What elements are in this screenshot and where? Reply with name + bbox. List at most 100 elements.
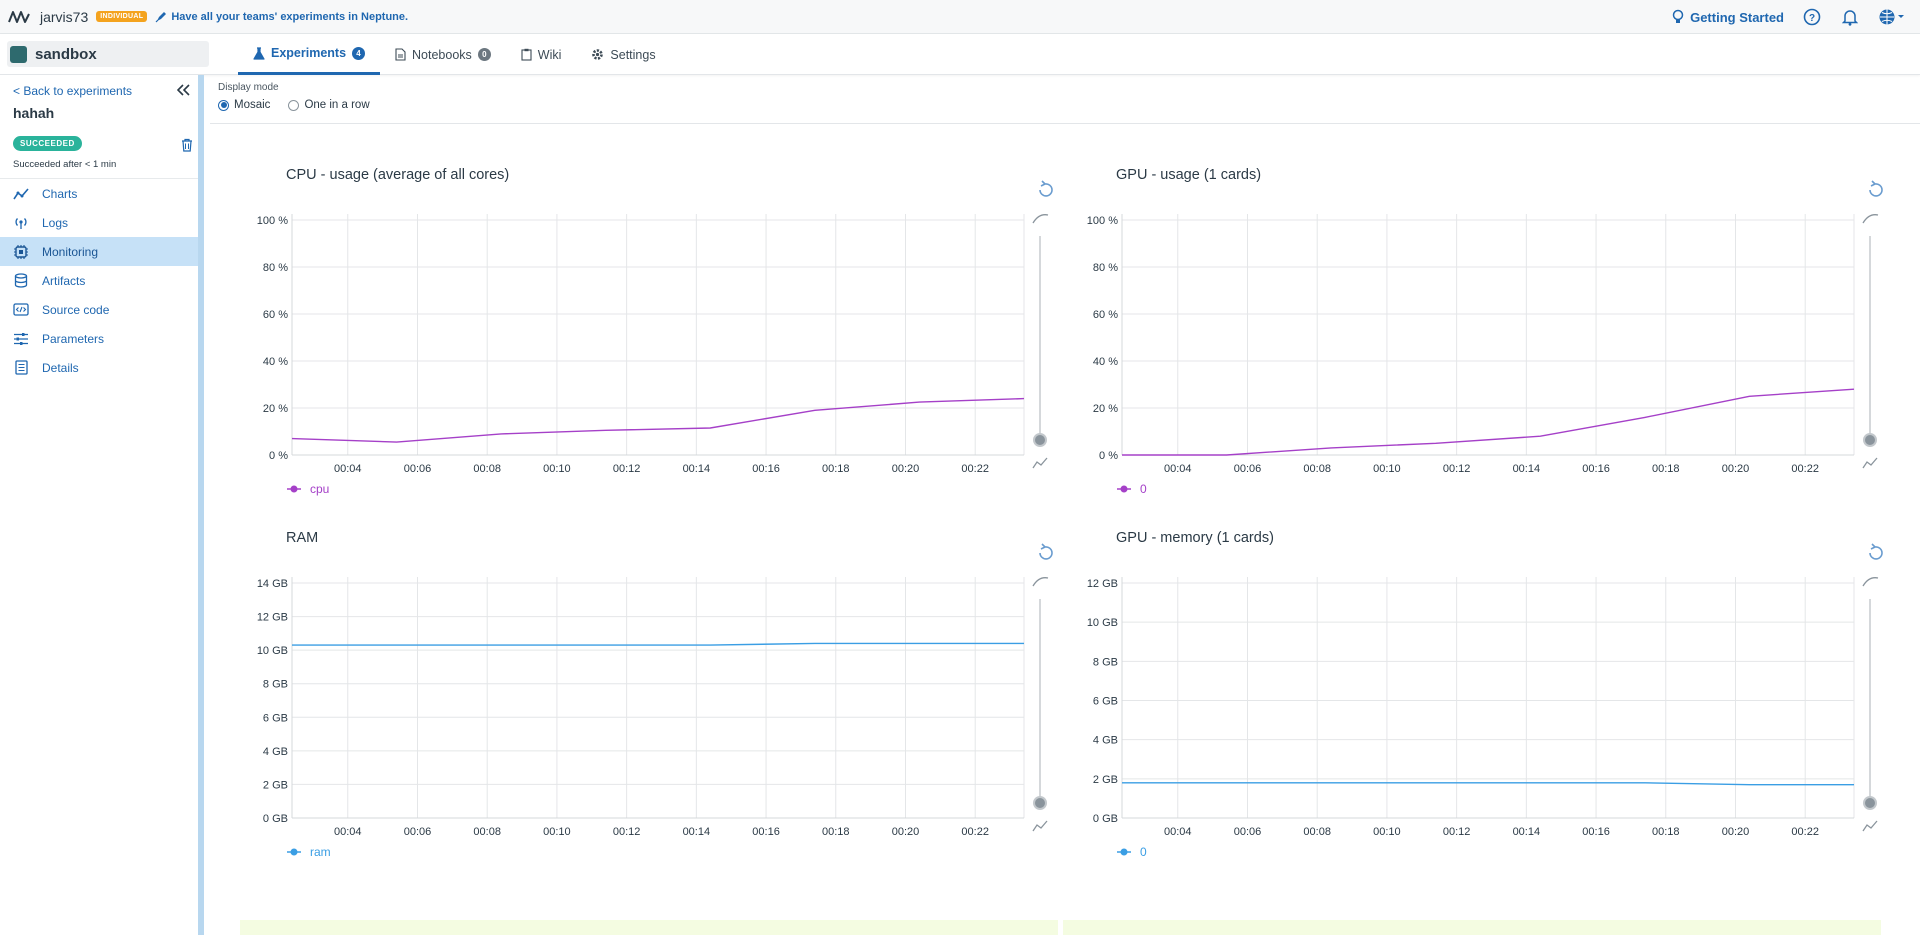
x-tick-label: 00:04: [1164, 826, 1192, 838]
legend-item[interactable]: cpu: [287, 482, 329, 496]
sidebar-item-label: Monitoring: [42, 244, 99, 259]
curve-raw-icon[interactable]: [1862, 457, 1878, 469]
zoom-slider[interactable]: [1032, 180, 1053, 469]
username[interactable]: jarvis73: [40, 9, 88, 25]
y-tick-label: 40 %: [1093, 356, 1118, 368]
tab-settings[interactable]: Settings: [576, 34, 670, 75]
zoom-slider[interactable]: [1862, 180, 1883, 469]
radio-one-in-a-row[interactable]: One in a row: [288, 99, 370, 111]
y-tick-label: 80 %: [263, 262, 288, 274]
y-tick-label: 8 GB: [1093, 656, 1118, 668]
neptune-logo-icon[interactable]: [0, 9, 40, 25]
tab-notebooks[interactable]: Notebooks 0: [380, 34, 506, 75]
curve-raw-icon[interactable]: [1032, 820, 1048, 832]
sidebar-item-source-code[interactable]: Source code: [0, 295, 198, 324]
svg-text:?: ?: [1809, 13, 1815, 24]
radio-mosaic-dot[interactable]: [218, 99, 229, 111]
x-tick-label: 00:04: [334, 463, 362, 475]
legend-marker: [290, 848, 298, 856]
sidebar-item-logs[interactable]: Logs: [0, 208, 198, 237]
reset-zoom-icon[interactable]: [1869, 543, 1883, 560]
sidebar-item-artifacts[interactable]: Artifacts: [0, 266, 198, 295]
y-tick-label: 40 %: [263, 356, 288, 368]
chart-panel: GPU - usage (1 cards) 0 % 20 % 40 % 60 % 80 %…: [1060, 160, 1890, 505]
sidebar-item-charts[interactable]: Charts: [0, 179, 198, 208]
x-tick-label: 00:14: [1513, 463, 1541, 475]
legend-item[interactable]: 0: [1117, 482, 1147, 496]
top-bar: jarvis73 INDIVIDUAL Have all your teams'…: [0, 0, 1920, 34]
y-tick-label: 0 GB: [263, 813, 288, 825]
slider-handle[interactable]: [1863, 796, 1877, 810]
tab-experiments[interactable]: Experiments 4: [238, 34, 381, 75]
promo-link[interactable]: Have all your teams' experiments in Nept…: [155, 11, 408, 23]
reset-zoom-icon[interactable]: [1039, 543, 1053, 560]
x-tick-label: 00:10: [1373, 463, 1401, 475]
x-tick-label: 00:16: [752, 826, 780, 838]
experiments-count-badge: 4: [352, 46, 366, 60]
tab-settings-label: Settings: [610, 47, 656, 62]
reset-zoom-icon[interactable]: [1869, 180, 1883, 197]
experiment-name: hahah: [13, 105, 55, 121]
y-tick-label: 12 GB: [257, 612, 288, 624]
radio-mosaic[interactable]: Mosaic: [218, 99, 270, 111]
x-tick-label: 00:20: [1722, 826, 1750, 838]
sidebar-item-label: Details: [42, 360, 79, 375]
chart-line-icon: [13, 186, 29, 202]
y-tick-label: 4 GB: [1093, 735, 1118, 747]
legend-item[interactable]: 0: [1117, 845, 1147, 859]
x-tick-label: 00:10: [543, 826, 571, 838]
reset-zoom-icon[interactable]: [1039, 180, 1053, 197]
curve-smooth-icon[interactable]: [1032, 577, 1049, 587]
legend-marker: [1120, 848, 1128, 856]
help-icon[interactable]: ?: [1802, 7, 1822, 27]
chart-svg: 0 % 20 % 40 % 60 % 80 % 100 % 00:04 00:06 00:08 0…: [257, 180, 1053, 496]
x-tick-label: 00:04: [1164, 463, 1192, 475]
slider-handle[interactable]: [1033, 433, 1047, 447]
sidebar-item-details[interactable]: Details: [0, 353, 198, 382]
gear-icon: [592, 49, 604, 60]
x-tick-label: 00:16: [1582, 463, 1610, 475]
curve-raw-icon[interactable]: [1862, 820, 1878, 832]
getting-started-label: Getting Started: [1690, 9, 1784, 25]
x-tick-label: 00:12: [613, 463, 641, 475]
tab-wiki-label: Wiki: [537, 47, 562, 62]
sidebar-item-monitoring[interactable]: Monitoring: [0, 237, 198, 266]
x-tick-label: 00:20: [892, 463, 920, 475]
x-tick-label: 00:22: [1791, 826, 1819, 838]
getting-started-link[interactable]: Getting Started: [1672, 9, 1784, 25]
chart-panel: GPU - memory (1 cards) 0 GB 2 GB 4 GB 6 GB 8 …: [1060, 523, 1890, 868]
y-tick-label: 6 GB: [1093, 696, 1118, 708]
legend-marker: [1120, 485, 1128, 493]
tab-notebooks-label: Notebooks: [412, 47, 472, 62]
legend-marker: [290, 485, 298, 493]
y-tick-label: 0 %: [1099, 450, 1118, 462]
series-line: [1122, 388, 1855, 456]
zoom-slider[interactable]: [1862, 543, 1883, 832]
x-tick-label: 00:18: [1652, 463, 1680, 475]
sidebar-item-label: Source code: [42, 302, 110, 317]
project-selector[interactable]: sandbox: [7, 41, 209, 67]
bell-icon[interactable]: [1840, 7, 1860, 27]
y-tick-label: 10 GB: [257, 645, 288, 657]
curve-smooth-icon[interactable]: [1032, 214, 1049, 224]
radio-one-in-a-row-dot[interactable]: [288, 99, 300, 111]
sidebar-item-parameters[interactable]: Parameters: [0, 324, 198, 353]
collapse-sidebar-icon[interactable]: [176, 83, 190, 99]
slider-handle[interactable]: [1863, 433, 1877, 447]
slider-handle[interactable]: [1033, 796, 1047, 810]
legend-item[interactable]: ram: [287, 845, 331, 859]
curve-raw-icon[interactable]: [1032, 457, 1048, 469]
status-text: Succeeded after < 1 min: [13, 159, 117, 170]
x-tick-label: 00:22: [961, 463, 989, 475]
curve-smooth-icon[interactable]: [1862, 214, 1879, 224]
curve-smooth-icon[interactable]: [1862, 577, 1879, 587]
promo-text: Have all your teams' experiments in Nept…: [171, 10, 409, 23]
y-tick-label: 12 GB: [1087, 578, 1118, 590]
y-tick-label: 6 GB: [263, 712, 288, 724]
tab-wiki[interactable]: Wiki: [506, 34, 577, 75]
back-to-experiments-link[interactable]: < Back to experiments: [13, 84, 132, 98]
zoom-slider[interactable]: [1032, 543, 1053, 832]
trash-icon[interactable]: [181, 138, 193, 157]
sidebar-nav: Charts Logs Monitoring Artifacts Source …: [0, 178, 198, 382]
globe-icon[interactable]: [1878, 7, 1906, 27]
